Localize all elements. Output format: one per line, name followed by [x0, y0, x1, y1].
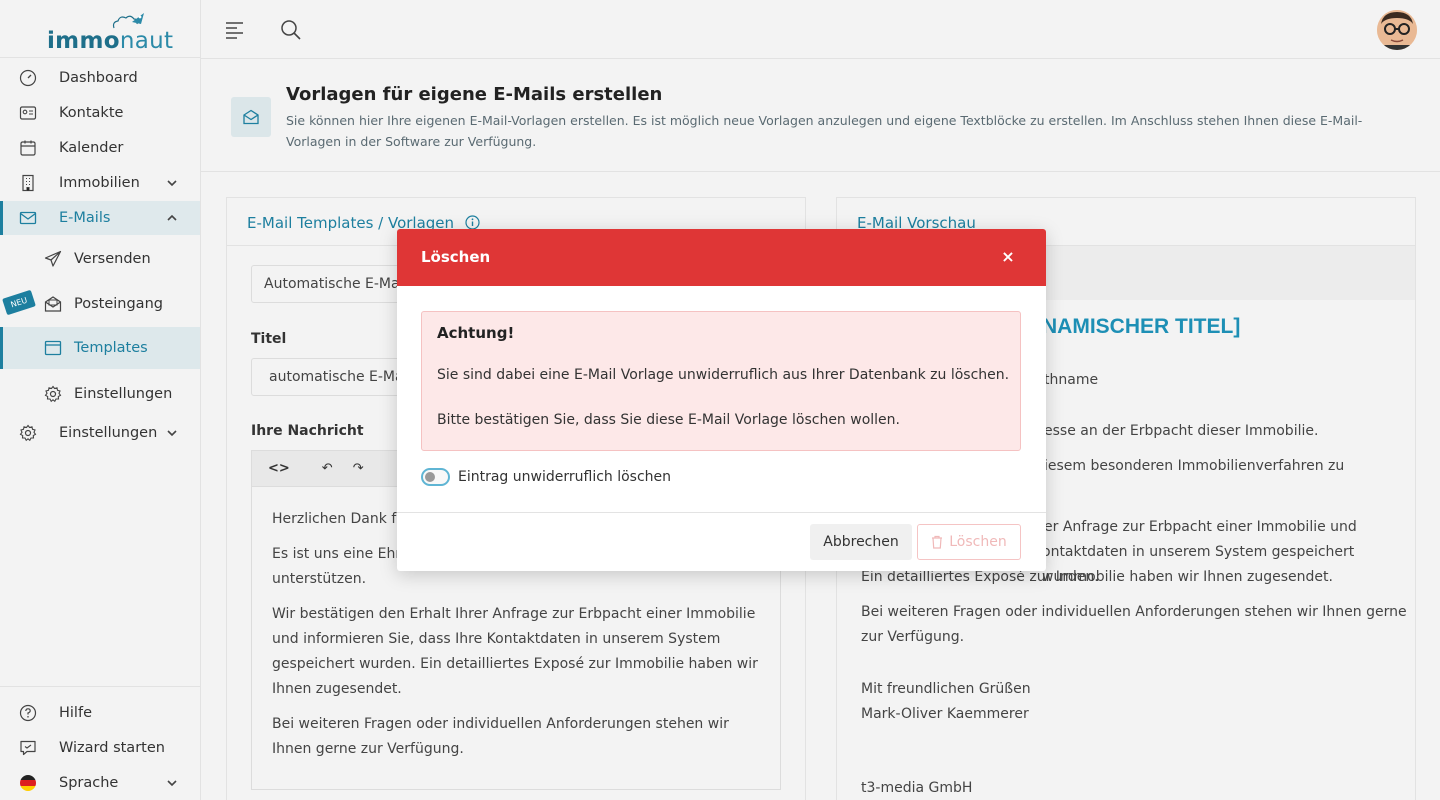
close-icon[interactable]: × [1000, 246, 1016, 266]
delete-modal: Löschen × Achtung! Sie sind dabei eine E… [397, 229, 1046, 571]
alert-text: Sie sind dabei eine E-Mail Vorlage unwid… [437, 367, 1010, 383]
modal-footer: Abbrechen Löschen [397, 512, 1046, 571]
confirm-toggle-row: Eintrag unwiderruflich löschen [421, 468, 671, 486]
alert-text: Bitte bestätigen Sie, dass Sie diese E-M… [437, 412, 900, 428]
modal-header: Löschen × [397, 229, 1046, 286]
confirm-toggle-label[interactable]: Eintrag unwiderruflich löschen [458, 469, 671, 485]
cancel-button[interactable]: Abbrechen [810, 524, 912, 560]
delete-button[interactable]: Löschen [917, 524, 1021, 560]
trash-icon [932, 535, 943, 549]
warning-alert: Achtung! Sie sind dabei eine E-Mail Vorl… [421, 311, 1021, 451]
modal-title: Löschen [421, 248, 491, 266]
alert-title: Achtung! [437, 324, 515, 342]
confirm-toggle[interactable] [421, 468, 450, 486]
